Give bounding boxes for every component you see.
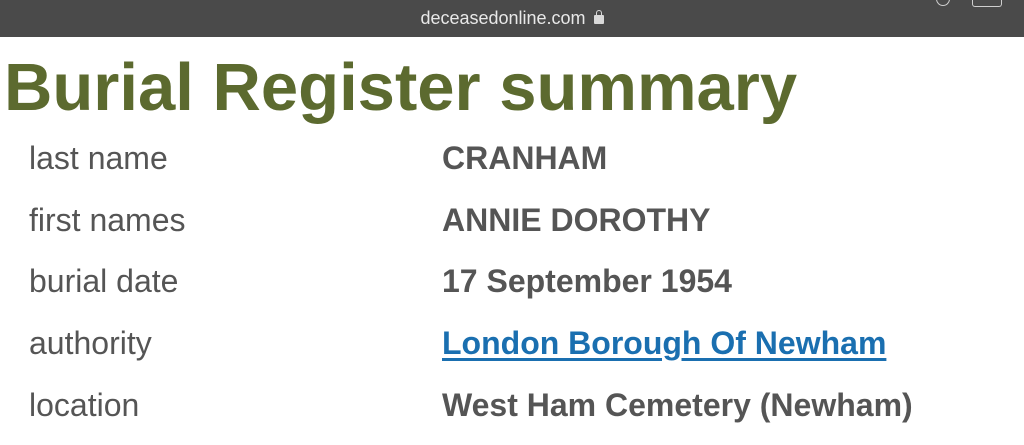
field-label: authority — [29, 325, 152, 361]
field-label: location — [29, 387, 140, 423]
record-row-last-name: last name CRANHAM — [0, 133, 1024, 183]
url-display[interactable]: deceasedonline.com — [0, 7, 1024, 29]
field-value: CRANHAM — [442, 140, 608, 176]
tabs-icon[interactable] — [972, 0, 1002, 7]
reload-icon[interactable] — [936, 0, 950, 6]
field-value: 17 September 1954 — [442, 263, 732, 299]
field-label: burial date — [29, 263, 179, 299]
field-value: ANNIE DOROTHY — [442, 202, 711, 238]
record-row-first-names: first names ANNIE DOROTHY — [0, 195, 1024, 245]
url-text[interactable]: deceasedonline.com — [420, 8, 585, 28]
page-title: Burial Register summary — [4, 50, 798, 125]
record-row-burial-date: burial date 17 September 1954 — [0, 256, 1024, 306]
record-row-authority: authority London Borough Of Newham — [0, 318, 1024, 368]
browser-url-bar[interactable]: deceasedonline.com — [0, 0, 1024, 37]
field-label: last name — [29, 140, 168, 176]
authority-link[interactable]: London Borough Of Newham — [442, 318, 886, 368]
lock-icon — [593, 10, 604, 24]
field-label: first names — [29, 202, 186, 238]
record-row-location: location West Ham Cemetery (Newham) — [0, 380, 1024, 430]
field-value: West Ham Cemetery (Newham) — [442, 387, 913, 423]
